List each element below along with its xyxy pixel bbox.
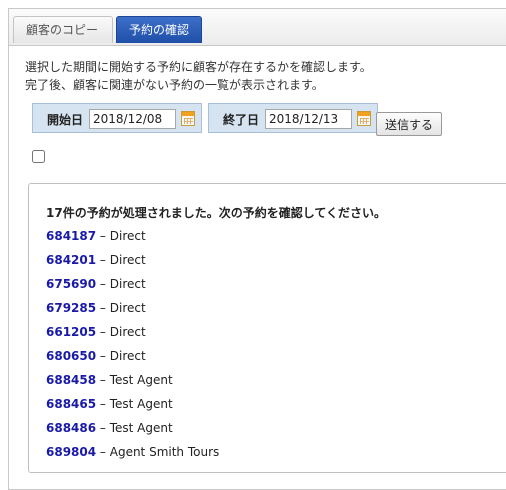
reservation-link[interactable]: 679285: [46, 301, 96, 315]
description-line-1: 選択した期間に開始する予約に顧客が存在するかを確認します。: [25, 60, 372, 74]
reservation-list: 684187 – Direct 684201 – Direct 675690 –…: [46, 228, 219, 468]
reservation-link[interactable]: 675690: [46, 277, 96, 291]
end-date-input[interactable]: [265, 109, 352, 129]
agent-name: – Direct: [96, 277, 146, 291]
reservation-link[interactable]: 689804: [46, 445, 96, 459]
calendar-icon[interactable]: [181, 111, 195, 126]
tab-check-reservations[interactable]: 予約の確認: [116, 16, 202, 43]
start-date-label: 開始日: [47, 113, 84, 127]
agent-name: – Test Agent: [96, 397, 173, 411]
description-line-2: 完了後、顧客に関連がない予約の一覧が表示されます。: [25, 78, 324, 92]
tab-bar: 顧客のコピー 予約の確認: [9, 9, 506, 46]
calendar-icon[interactable]: [357, 111, 371, 126]
agent-name: – Direct: [96, 349, 146, 363]
agent-name: – Direct: [96, 253, 146, 267]
list-item: 688465 – Test Agent: [46, 396, 219, 420]
list-item: 661205 – Direct: [46, 324, 219, 348]
submit-button[interactable]: 送信する: [376, 112, 443, 136]
list-item: 684187 – Direct: [46, 228, 219, 252]
agent-name: – Test Agent: [96, 421, 173, 435]
tab-copy-customer[interactable]: 顧客のコピー: [13, 16, 113, 43]
option-checkbox[interactable]: [32, 150, 45, 163]
end-date-label: 終了日: [223, 113, 260, 127]
reservation-link[interactable]: 684201: [46, 253, 96, 267]
agent-name: – Test Agent: [96, 373, 173, 387]
list-item: 688458 – Test Agent: [46, 372, 219, 396]
list-item: 684201 – Direct: [46, 252, 219, 276]
reservation-link[interactable]: 684187: [46, 229, 96, 243]
results-box: 17件の予約が処理されました。次の予約を確認してください。 684187 – D…: [28, 183, 506, 473]
reservation-link[interactable]: 661205: [46, 325, 96, 339]
reservation-link[interactable]: 688458: [46, 373, 96, 387]
start-date-group: 開始日: [32, 103, 202, 133]
list-item: 680650 – Direct: [46, 348, 219, 372]
reservation-link[interactable]: 688486: [46, 421, 96, 435]
end-date-group: 終了日: [208, 103, 378, 133]
agent-name: – Direct: [96, 325, 146, 339]
start-date-input[interactable]: [89, 109, 176, 129]
list-item: 679285 – Direct: [46, 300, 219, 324]
reservation-link[interactable]: 688465: [46, 397, 96, 411]
agent-name: – Direct: [96, 301, 146, 315]
list-item: 675690 – Direct: [46, 276, 219, 300]
agent-name: – Direct: [96, 229, 146, 243]
list-item: 688486 – Test Agent: [46, 420, 219, 444]
description: 選択した期間に開始する予約に顧客が存在するかを確認します。 完了後、顧客に関連が…: [25, 58, 372, 94]
reservation-link[interactable]: 680650: [46, 349, 96, 363]
list-item: 689804 – Agent Smith Tours: [46, 444, 219, 468]
results-summary: 17件の予約が処理されました。次の予約を確認してください。: [46, 206, 386, 220]
agent-name: – Agent Smith Tours: [96, 445, 220, 459]
